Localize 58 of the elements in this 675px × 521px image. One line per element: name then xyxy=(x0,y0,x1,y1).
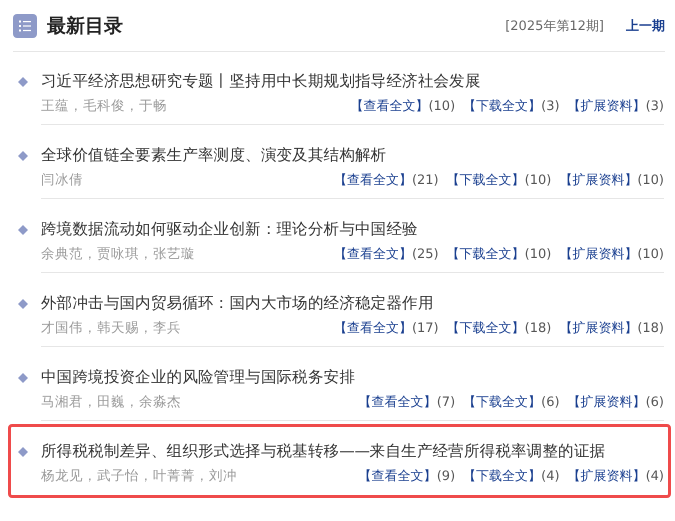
article-title[interactable]: 中国跨境投资企业的风险管理与国际税务安排 xyxy=(41,367,356,388)
article-link[interactable]: 【下载全文】 xyxy=(463,393,542,411)
article-link[interactable]: 【下载全文】 xyxy=(463,97,542,115)
article-link[interactable]: 【查看全文】 xyxy=(334,171,412,189)
issue-label: [2025年第12期] xyxy=(505,18,604,34)
count-text: (10) xyxy=(428,98,456,114)
authors-text: 马湘君，田巍，余淼杰 xyxy=(41,393,182,411)
authors-text: 杨龙见，武子怡，叶菁菁，刘冲 xyxy=(41,467,238,485)
count-text: (7) xyxy=(436,394,456,410)
article-link[interactable]: 【查看全文】 xyxy=(358,467,437,485)
authors-text: 闫冰倩 xyxy=(41,171,84,189)
article-title[interactable]: 全球价值链全要素生产率测度、演变及其结构解析 xyxy=(41,145,386,166)
count-text: (4) xyxy=(646,468,664,484)
article-title[interactable]: 跨境数据流动如何驱动企业创新：理论分析与中国经验 xyxy=(41,219,418,240)
article-link[interactable]: 【查看全文】 xyxy=(334,245,412,263)
count-text: (9) xyxy=(436,468,456,484)
previous-issue-link[interactable]: 上一期 xyxy=(626,16,665,34)
article-title[interactable]: 外部冲击与国内贸易循环：国内大市场的经济稳定器作用 xyxy=(41,293,434,314)
count-text: (10) xyxy=(524,172,552,188)
diamond-icon xyxy=(18,150,28,160)
article-link[interactable]: 【扩展资料】 xyxy=(568,393,646,411)
article-link[interactable]: 【查看全文】 xyxy=(350,97,428,115)
count-text: (18) xyxy=(637,320,664,336)
article-link[interactable]: 【扩展资料】 xyxy=(559,171,638,189)
authors-text: 才国伟，韩天赐，李兵 xyxy=(41,319,182,337)
count-text: (18) xyxy=(524,320,552,336)
diamond-icon xyxy=(18,76,28,86)
article-title[interactable]: 所得税税制差异、组织形式选择与税基转移——来自生产经营所得税率调整的证据 xyxy=(41,441,606,462)
article-title[interactable]: 习近平经济思想研究专题丨坚持用中长期规划指导经济社会发展 xyxy=(41,71,481,92)
count-text: (3) xyxy=(541,98,560,114)
count-text: (21) xyxy=(412,172,439,188)
count-text: (3) xyxy=(646,98,664,114)
article-link[interactable]: 【扩展资料】 xyxy=(568,467,646,485)
authors-text: 余典范，贾咏琪，张艺璇 xyxy=(41,245,196,263)
count-text: (25) xyxy=(412,246,439,262)
count-text: (17) xyxy=(412,320,439,336)
diamond-icon xyxy=(18,298,28,308)
diamond-icon xyxy=(18,224,28,234)
diamond-icon xyxy=(18,446,28,456)
article-link[interactable]: 【下载全文】 xyxy=(446,319,525,337)
count-text: (10) xyxy=(637,246,664,262)
list-icon xyxy=(13,14,37,38)
article-link[interactable]: 【下载全文】 xyxy=(463,467,542,485)
article-link[interactable]: 【下载全文】 xyxy=(446,245,525,263)
authors-text: 王蕴，毛科俊，于畅 xyxy=(41,97,168,115)
count-text: (10) xyxy=(524,246,552,262)
diamond-icon xyxy=(18,372,28,382)
count-text: (10) xyxy=(637,172,664,188)
article-link[interactable]: 【查看全文】 xyxy=(358,393,437,411)
count-text: (6) xyxy=(541,394,560,410)
article-link[interactable]: 【扩展资料】 xyxy=(559,319,638,337)
section-title: 最新目录 xyxy=(47,14,124,38)
count-text: (4) xyxy=(541,468,560,484)
count-text: (6) xyxy=(646,394,664,410)
article-link[interactable]: 【扩展资料】 xyxy=(568,97,646,115)
article-link[interactable]: 【下载全文】 xyxy=(446,171,525,189)
article-link[interactable]: 【查看全文】 xyxy=(334,319,412,337)
article-link[interactable]: 【扩展资料】 xyxy=(559,245,638,263)
